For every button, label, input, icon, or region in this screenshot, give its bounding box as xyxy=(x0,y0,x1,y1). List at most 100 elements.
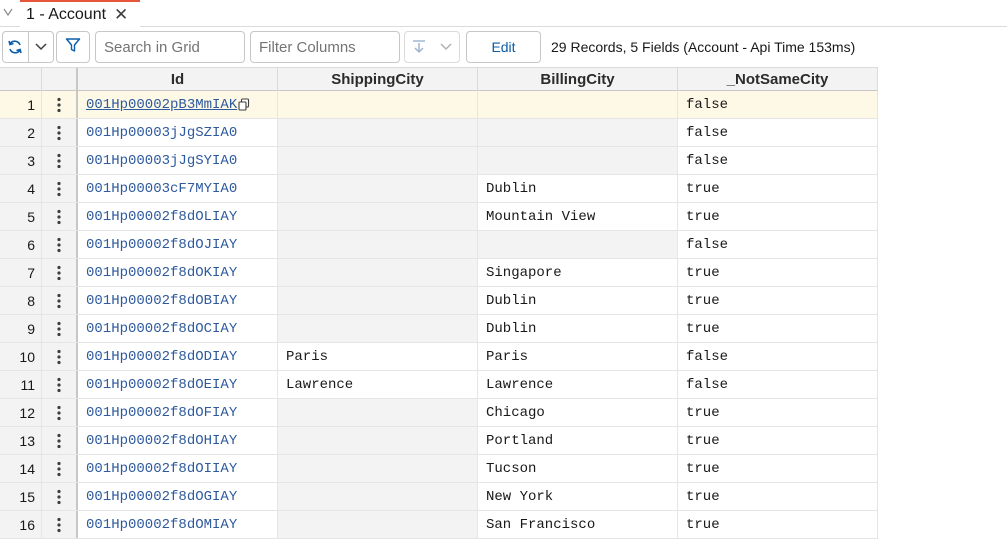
table-row[interactable]: 3 001Hp00003jJgSYIA0 false xyxy=(0,147,878,175)
cell-billing-city[interactable]: Tucson xyxy=(478,455,678,482)
cell-not-same-city[interactable]: false xyxy=(678,231,878,258)
cell-shipping-city[interactable] xyxy=(278,231,478,258)
record-id-link[interactable]: 001Hp00002f8dOEIAY xyxy=(86,377,237,393)
cell-not-same-city[interactable]: true xyxy=(678,399,878,426)
table-row[interactable]: 14 001Hp00002f8dOIIAY Tucson true xyxy=(0,455,878,483)
cell-not-same-city[interactable]: true xyxy=(678,455,878,482)
cell-not-same-city[interactable]: true xyxy=(678,259,878,286)
cell-id[interactable]: 001Hp00002f8dOCIAY xyxy=(78,315,278,342)
cell-shipping-city[interactable] xyxy=(278,287,478,314)
row-menu-icon[interactable] xyxy=(42,315,78,342)
filter-columns-input[interactable] xyxy=(250,31,400,63)
record-id-link[interactable]: 001Hp00003jJgSZIA0 xyxy=(86,125,237,141)
cell-id[interactable]: 001Hp00002f8dOHIAY xyxy=(78,427,278,454)
cell-shipping-city[interactable] xyxy=(278,119,478,146)
row-menu-icon[interactable] xyxy=(42,91,78,118)
table-row[interactable]: 6 001Hp00002f8dOJIAY false xyxy=(0,231,878,259)
row-menu-icon[interactable] xyxy=(42,511,78,538)
table-row[interactable]: 16 001Hp00002f8dOMIAY San Francisco true xyxy=(0,511,878,539)
cell-not-same-city[interactable]: true xyxy=(678,427,878,454)
record-id-link[interactable]: 001Hp00003cF7MYIA0 xyxy=(86,181,237,197)
table-row[interactable]: 12 001Hp00002f8dOFIAY Chicago true xyxy=(0,399,878,427)
cell-shipping-city[interactable] xyxy=(278,483,478,510)
cell-billing-city[interactable]: San Francisco xyxy=(478,511,678,538)
cell-id[interactable]: 001Hp00002f8dODIAY xyxy=(78,343,278,370)
row-menu-icon[interactable] xyxy=(42,259,78,286)
header-shipping-city[interactable]: ShippingCity xyxy=(278,68,478,91)
record-id-link[interactable]: 001Hp00002f8dOCIAY xyxy=(86,321,237,337)
cell-shipping-city[interactable]: Lawrence xyxy=(278,371,478,398)
cell-shipping-city[interactable] xyxy=(278,511,478,538)
row-menu-icon[interactable] xyxy=(42,175,78,202)
header-id[interactable]: Id xyxy=(78,68,278,91)
table-row[interactable]: 1 001Hp00002pB3MmIAK false xyxy=(0,91,878,119)
cell-billing-city[interactable]: Paris xyxy=(478,343,678,370)
table-row[interactable]: 2 001Hp00003jJgSZIA0 false xyxy=(0,119,878,147)
cell-id[interactable]: 001Hp00002f8dOEIAY xyxy=(78,371,278,398)
cell-id[interactable]: 001Hp00002f8dOFIAY xyxy=(78,399,278,426)
cell-not-same-city[interactable]: false xyxy=(678,147,878,174)
cell-shipping-city[interactable] xyxy=(278,259,478,286)
cell-id[interactable]: 001Hp00003jJgSYIA0 xyxy=(78,147,278,174)
cell-shipping-city[interactable] xyxy=(278,455,478,482)
cell-not-same-city[interactable]: false xyxy=(678,119,878,146)
row-menu-icon[interactable] xyxy=(42,455,78,482)
cell-billing-city[interactable]: Lawrence xyxy=(478,371,678,398)
cell-not-same-city[interactable]: true xyxy=(678,315,878,342)
row-menu-icon[interactable] xyxy=(42,399,78,426)
refresh-icon[interactable] xyxy=(3,32,28,62)
edit-button[interactable]: Edit xyxy=(466,31,541,63)
cell-shipping-city[interactable] xyxy=(278,203,478,230)
row-menu-icon[interactable] xyxy=(42,119,78,146)
row-menu-icon[interactable] xyxy=(42,427,78,454)
cell-shipping-city[interactable]: Paris xyxy=(278,343,478,370)
record-id-link[interactable]: 001Hp00003jJgSYIA0 xyxy=(86,153,237,169)
cell-id[interactable]: 001Hp00003jJgSZIA0 xyxy=(78,119,278,146)
cell-not-same-city[interactable]: false xyxy=(678,371,878,398)
cell-shipping-city[interactable] xyxy=(278,91,478,118)
cell-id[interactable]: 001Hp00002f8dOBIAY xyxy=(78,287,278,314)
record-id-link[interactable]: 001Hp00002f8dOBIAY xyxy=(86,293,237,309)
row-menu-icon[interactable] xyxy=(42,371,78,398)
cell-id[interactable]: 001Hp00002f8dOGIAY xyxy=(78,483,278,510)
cell-billing-city[interactable]: Singapore xyxy=(478,259,678,286)
cell-not-same-city[interactable]: false xyxy=(678,343,878,370)
cell-not-same-city[interactable]: true xyxy=(678,483,878,510)
cell-billing-city[interactable]: Dublin xyxy=(478,315,678,342)
cell-billing-city[interactable]: Chicago xyxy=(478,399,678,426)
cell-id[interactable]: 001Hp00002f8dOJIAY xyxy=(78,231,278,258)
filter-button[interactable] xyxy=(56,31,90,63)
cell-id[interactable]: 001Hp00002pB3MmIAK xyxy=(78,91,278,118)
cell-billing-city[interactable] xyxy=(478,147,678,174)
row-menu-icon[interactable] xyxy=(42,483,78,510)
record-id-link[interactable]: 001Hp00002f8dOKIAY xyxy=(86,265,237,281)
cell-shipping-city[interactable] xyxy=(278,399,478,426)
cell-id[interactable]: 001Hp00002f8dOKIAY xyxy=(78,259,278,286)
collapse-icon[interactable] xyxy=(2,8,14,20)
table-row[interactable]: 10 001Hp00002f8dODIAY Paris Paris false xyxy=(0,343,878,371)
header-billing-city[interactable]: BillingCity xyxy=(478,68,678,91)
cell-id[interactable]: 001Hp00002f8dOMIAY xyxy=(78,511,278,538)
row-menu-icon[interactable] xyxy=(42,343,78,370)
table-row[interactable]: 13 001Hp00002f8dOHIAY Portland true xyxy=(0,427,878,455)
record-id-link[interactable]: 001Hp00002f8dOIIAY xyxy=(86,461,237,477)
tab-account[interactable]: 1 - Account ✕ xyxy=(20,0,140,27)
record-id-link[interactable]: 001Hp00002f8dOMIAY xyxy=(86,517,237,533)
table-row[interactable]: 9 001Hp00002f8dOCIAY Dublin true xyxy=(0,315,878,343)
cell-billing-city[interactable]: Portland xyxy=(478,427,678,454)
cell-not-same-city[interactable]: true xyxy=(678,175,878,202)
table-row[interactable]: 8 001Hp00002f8dOBIAY Dublin true xyxy=(0,287,878,315)
record-id-link[interactable]: 001Hp00002f8dODIAY xyxy=(86,349,237,365)
row-menu-icon[interactable] xyxy=(42,287,78,314)
header-not-same-city[interactable]: _NotSameCity xyxy=(678,68,878,91)
record-id-link[interactable]: 001Hp00002f8dOHIAY xyxy=(86,433,237,449)
record-id-link[interactable]: 001Hp00002f8dOLIAY xyxy=(86,209,237,225)
row-menu-icon[interactable] xyxy=(42,231,78,258)
table-row[interactable]: 11 001Hp00002f8dOEIAY Lawrence Lawrence fals… xyxy=(0,371,878,399)
record-id-link[interactable]: 001Hp00002f8dOJIAY xyxy=(86,237,237,253)
record-id-link[interactable]: 001Hp00002pB3MmIAK xyxy=(86,97,237,113)
table-row[interactable]: 4 001Hp00003cF7MYIA0 Dublin true xyxy=(0,175,878,203)
cell-shipping-city[interactable] xyxy=(278,175,478,202)
cell-id[interactable]: 001Hp00002f8dOIIAY xyxy=(78,455,278,482)
close-icon[interactable]: ✕ xyxy=(114,6,128,23)
